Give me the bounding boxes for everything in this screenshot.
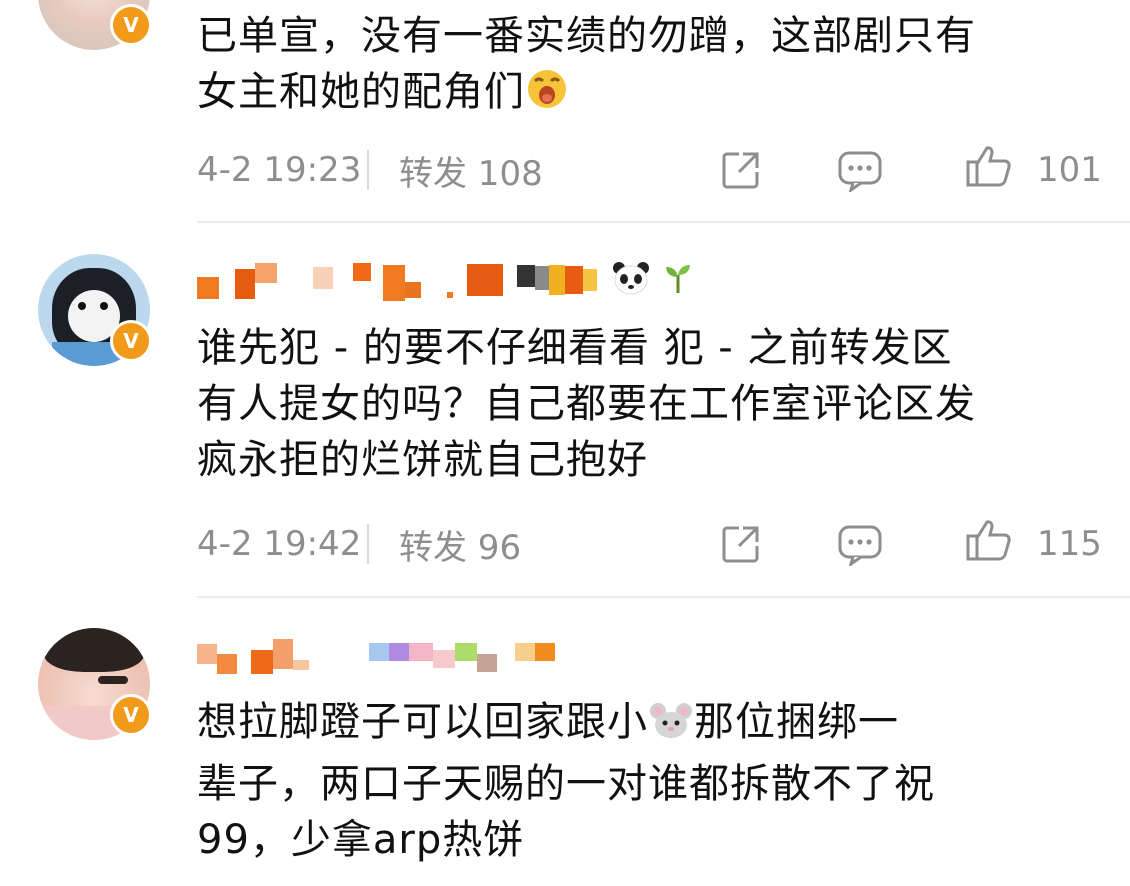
face-emoji (525, 67, 569, 126)
panda-emoji (611, 260, 651, 300)
like-count: 101 (1037, 150, 1102, 190)
share-icon[interactable] (719, 522, 763, 566)
comment-item: V 谁先犯 - 的要不仔细看看 犯 - 之前转发区 有人提女的吗？自己都要在工作… (0, 222, 1130, 598)
comment-icon[interactable] (837, 522, 883, 566)
repost-count[interactable]: 转发 108 (399, 146, 599, 195)
verified-v-icon: V (110, 4, 152, 46)
comment-item: V 已单宣，没有一番实绩的勿蹭，这部剧只有 女主和她的配角们 4-2 19:23… (0, 0, 1130, 222)
username-redacted[interactable] (197, 260, 693, 301)
comment-item: V 想拉脚蹬子可以回家跟小 那位捆绑一 辈子，两口子天赐的一对谁都拆散不了祝 9… (0, 598, 1130, 886)
timestamp: 4-2 19:42 (197, 524, 362, 564)
comment-feed: V 已单宣，没有一番实绩的勿蹭，这部剧只有 女主和她的配角们 4-2 19:23… (0, 0, 1130, 886)
share-icon[interactable] (719, 148, 763, 192)
username-redacted[interactable] (197, 636, 555, 676)
like-button[interactable]: 115 (965, 519, 1102, 566)
verified-v-icon: V (110, 694, 152, 736)
comment-meta: 4-2 19:23 转发 108 101 (197, 145, 1102, 195)
thumbs-up-icon (965, 144, 1013, 197)
repost-count[interactable]: 转发 96 (399, 520, 599, 569)
comment-text: 已单宣，没有一番实绩的勿蹭，这部剧只有 女主和她的配角们 (197, 8, 1097, 126)
timestamp: 4-2 19:23 (197, 150, 362, 190)
meta-divider (367, 150, 369, 190)
avatar[interactable]: V (38, 628, 152, 740)
verified-v-icon: V (110, 320, 152, 362)
comment-meta: 4-2 19:42 转发 96 115 (197, 519, 1102, 569)
thumbs-up-icon (965, 518, 1013, 571)
like-button[interactable]: 101 (965, 145, 1102, 192)
meta-divider (367, 524, 369, 564)
comment-icon[interactable] (837, 148, 883, 192)
like-count: 115 (1037, 524, 1102, 564)
avatar[interactable]: V (38, 0, 152, 50)
sprout-emoji (663, 261, 693, 299)
mouse-emoji (648, 700, 694, 756)
comment-text: 谁先犯 - 的要不仔细看看 犯 - 之前转发区 有人提女的吗？自己都要在工作室评… (197, 325, 976, 483)
avatar[interactable]: V (38, 254, 152, 366)
comment-text: 想拉脚蹬子可以回家跟小 那位捆绑一 辈子，两口子天赐的一对谁都拆散不了祝 99，… (197, 699, 935, 863)
